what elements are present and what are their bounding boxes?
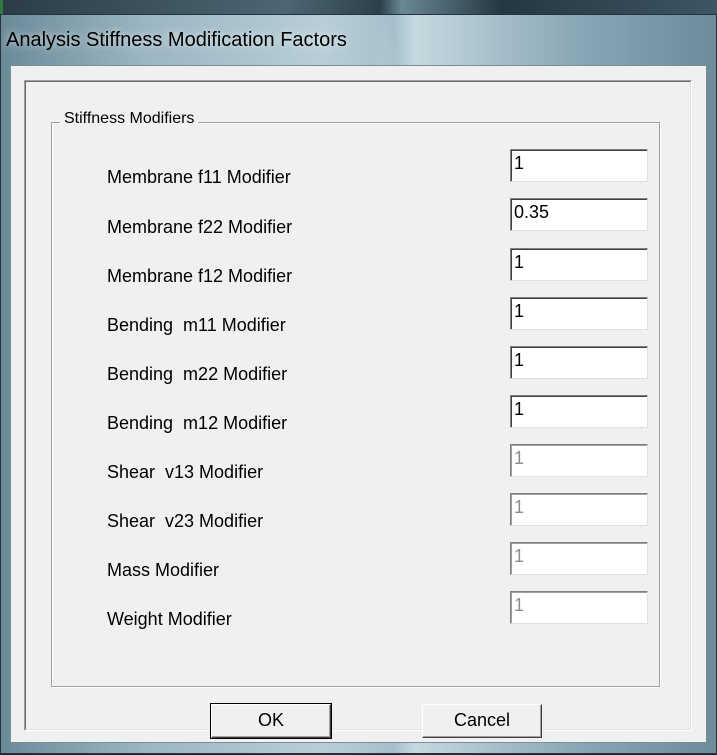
label-membrane-f12: Membrane f12 Modifier — [107, 266, 293, 286]
label-mass: Mass Modifier — [107, 560, 220, 580]
bending-m22-input[interactable]: 1 — [510, 346, 648, 379]
group-title: Stiffness Modifiers — [60, 110, 199, 128]
ok-button[interactable]: OK — [210, 703, 332, 739]
bending-m11-input[interactable]: 1 — [510, 297, 648, 330]
membrane-f12-input[interactable]: 1 — [510, 248, 648, 281]
weight-modifier-input: 1 — [510, 591, 648, 624]
bending-m12-input[interactable]: 1 — [510, 395, 648, 428]
label-membrane-f22: Membrane f22 Modifier — [107, 217, 293, 237]
label-bending-m11: Bending m11 Modifier — [107, 315, 286, 335]
cancel-button[interactable]: Cancel — [422, 704, 542, 738]
label-shear-v13: Shear v13 Modifier — [107, 462, 264, 482]
membrane-f22-input[interactable]: 0.35 — [510, 198, 648, 231]
membrane-f11-input[interactable]: 1 — [510, 149, 648, 182]
window-title: Analysis Stiffness Modification Factors — [6, 29, 347, 51]
label-membrane-f11: Membrane f11 Modifier — [107, 167, 291, 187]
label-bending-m22: Bending m22 Modifier — [107, 364, 288, 384]
background-desktop — [0, 0, 717, 14]
label-bending-m12: Bending m12 Modifier — [107, 413, 288, 433]
shear-v23-input: 1 — [510, 493, 648, 526]
shear-v13-input: 1 — [510, 444, 648, 477]
mass-modifier-input: 1 — [510, 542, 648, 575]
label-shear-v23: Shear v23 Modifier — [107, 511, 264, 531]
label-weight: Weight Modifier — [107, 609, 232, 629]
title-bar[interactable]: Analysis Stiffness Modification Factors — [1, 15, 716, 65]
